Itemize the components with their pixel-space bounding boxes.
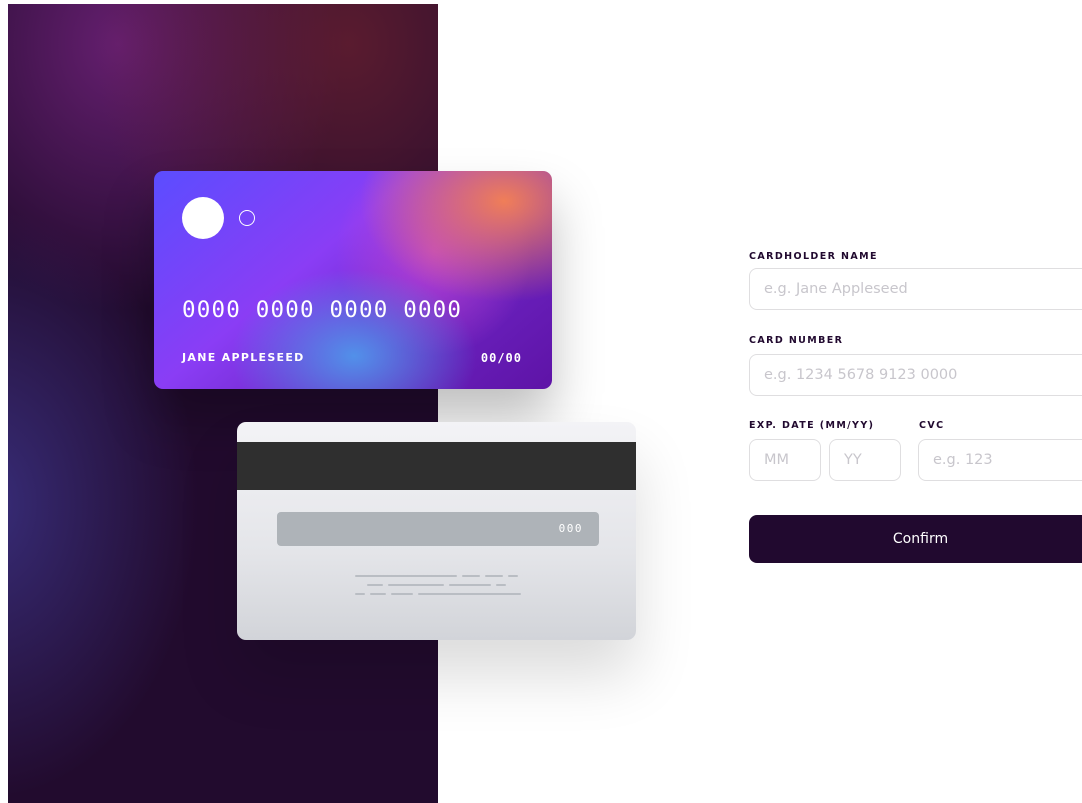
card-number-placeholder: e.g. 1234 5678 9123 0000 (764, 367, 958, 383)
cardholder-name-label: CARDHOLDER NAME (749, 251, 878, 262)
cardholder-name-placeholder: e.g. Jane Appleseed (764, 281, 908, 297)
card-fine-print-lines (355, 575, 521, 599)
card-logo-circle-outline-icon (239, 210, 255, 226)
card-holder-display: JANE APPLESEED (182, 351, 305, 364)
card-expiry-display: 00/00 (480, 351, 522, 365)
magnetic-stripe (237, 442, 636, 490)
card-front: 0000 0000 0000 0000 JANE APPLESEED 00/00 (154, 171, 552, 389)
card-back: 000 (237, 422, 636, 640)
cvc-placeholder: e.g. 123 (933, 452, 993, 468)
card-number-display: 0000 0000 0000 0000 (182, 297, 463, 323)
card-cvc-display: 000 (558, 522, 583, 535)
exp-month-placeholder: MM (764, 452, 790, 468)
card-logo-circle-filled-icon (182, 197, 224, 239)
exp-month-input[interactable]: MM (749, 439, 821, 481)
side-panel-background (8, 4, 438, 803)
cvc-label: CVC (919, 420, 945, 431)
signature-strip: 000 (277, 512, 599, 546)
exp-year-input[interactable]: YY (829, 439, 901, 481)
card-number-input[interactable]: e.g. 1234 5678 9123 0000 (749, 354, 1082, 396)
exp-year-placeholder: YY (844, 452, 862, 468)
exp-date-label: EXP. DATE (MM/YY) (749, 420, 875, 431)
card-number-label: CARD NUMBER (749, 335, 844, 346)
confirm-button[interactable]: Confirm (749, 515, 1082, 563)
cardholder-name-input[interactable]: e.g. Jane Appleseed (749, 268, 1082, 310)
cvc-input[interactable]: e.g. 123 (918, 439, 1082, 481)
page: 0000 0000 0000 0000 JANE APPLESEED 00/00… (0, 0, 1082, 803)
